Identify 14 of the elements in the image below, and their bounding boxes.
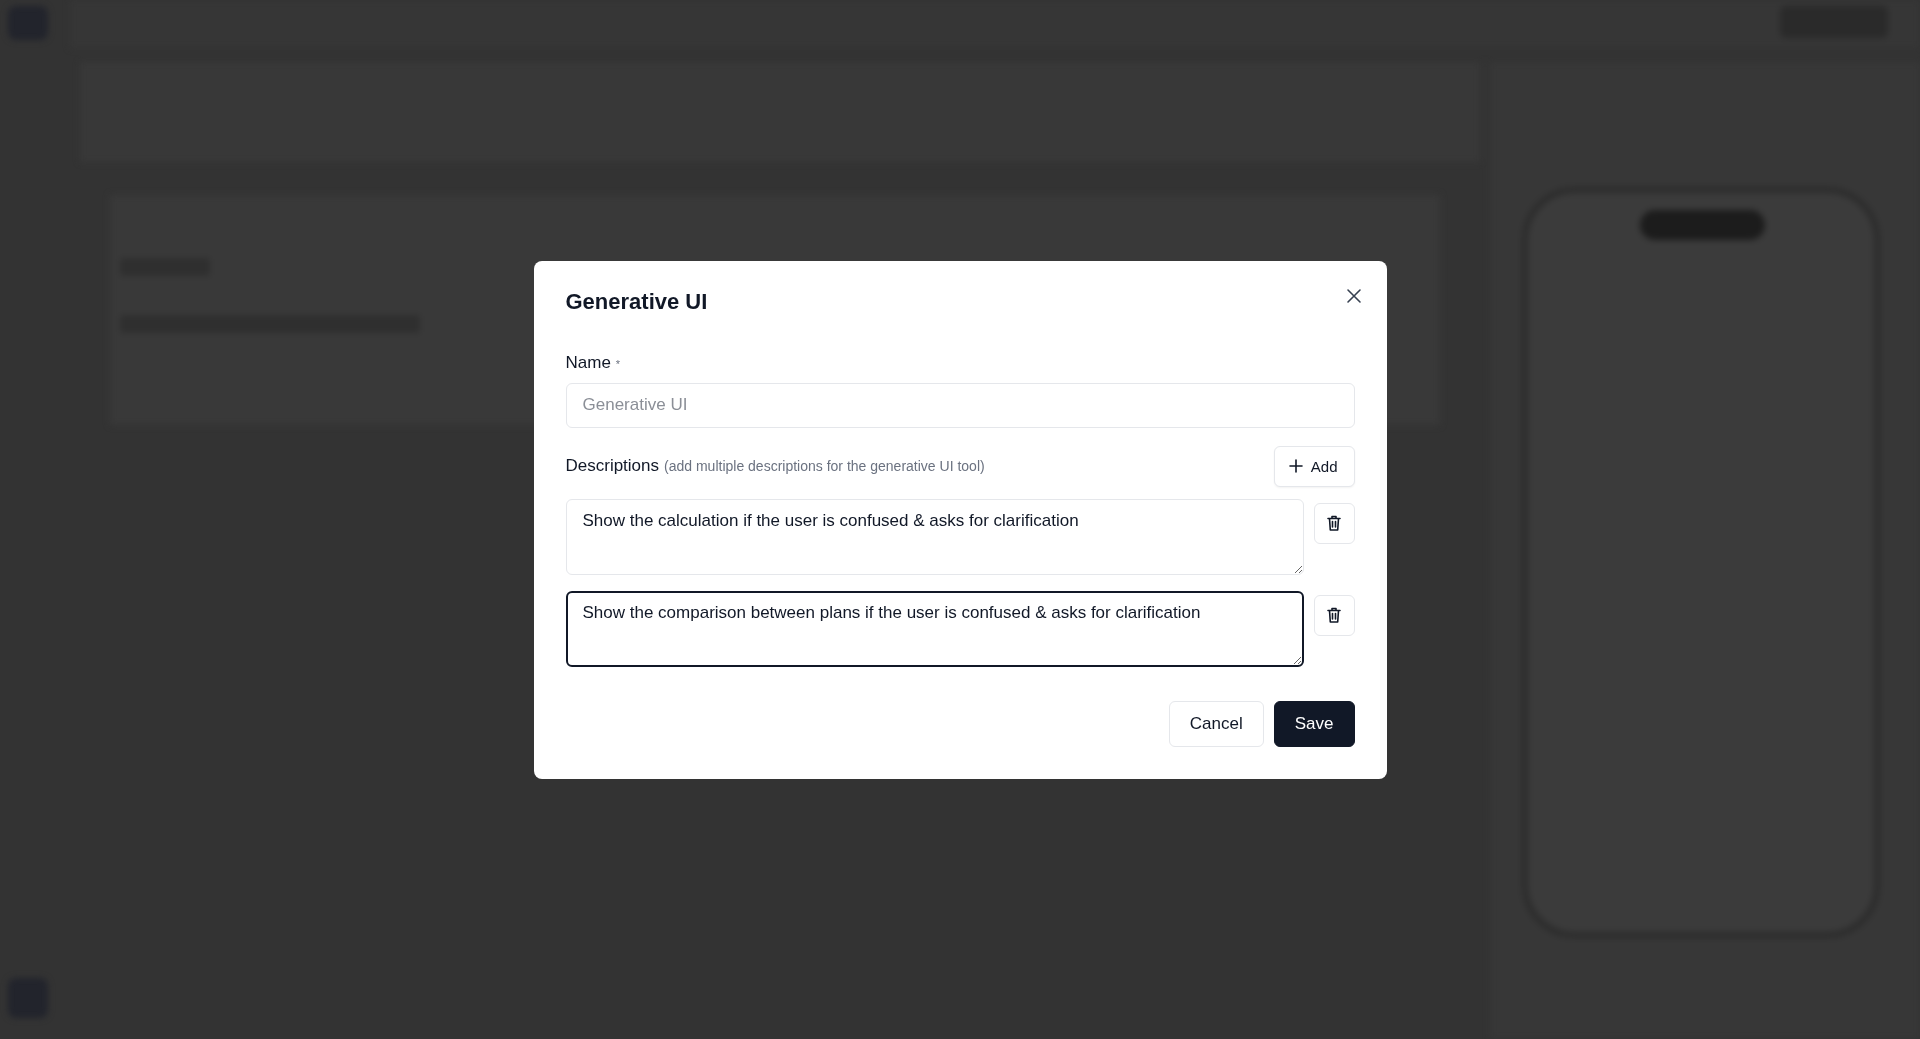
description-text-field[interactable]: Show the calculation if the user is confused & asks for clarification (565, 498, 1304, 575)
trash-icon[interactable] (1313, 594, 1355, 636)
save-button[interactable]: Save (1273, 700, 1355, 747)
name-input-field[interactable]: Generative UI (565, 382, 1355, 428)
plus-icon (1288, 459, 1303, 473)
name-label: Name (565, 352, 611, 373)
required-mark: * (615, 357, 621, 370)
descriptions-label: Descriptions (565, 456, 660, 476)
add-button[interactable]: Add (1273, 445, 1355, 487)
cancel-button[interactable]: Cancel (1168, 700, 1264, 747)
description-text-field[interactable]: Show the comparison between plans if the user is confused & asks for clarification (565, 590, 1304, 667)
trash-icon[interactable] (1313, 502, 1355, 544)
dialog-title: Generative UI (565, 288, 709, 315)
descriptions-hint: (add multiple descriptions for the generative UI tool) (664, 458, 985, 474)
